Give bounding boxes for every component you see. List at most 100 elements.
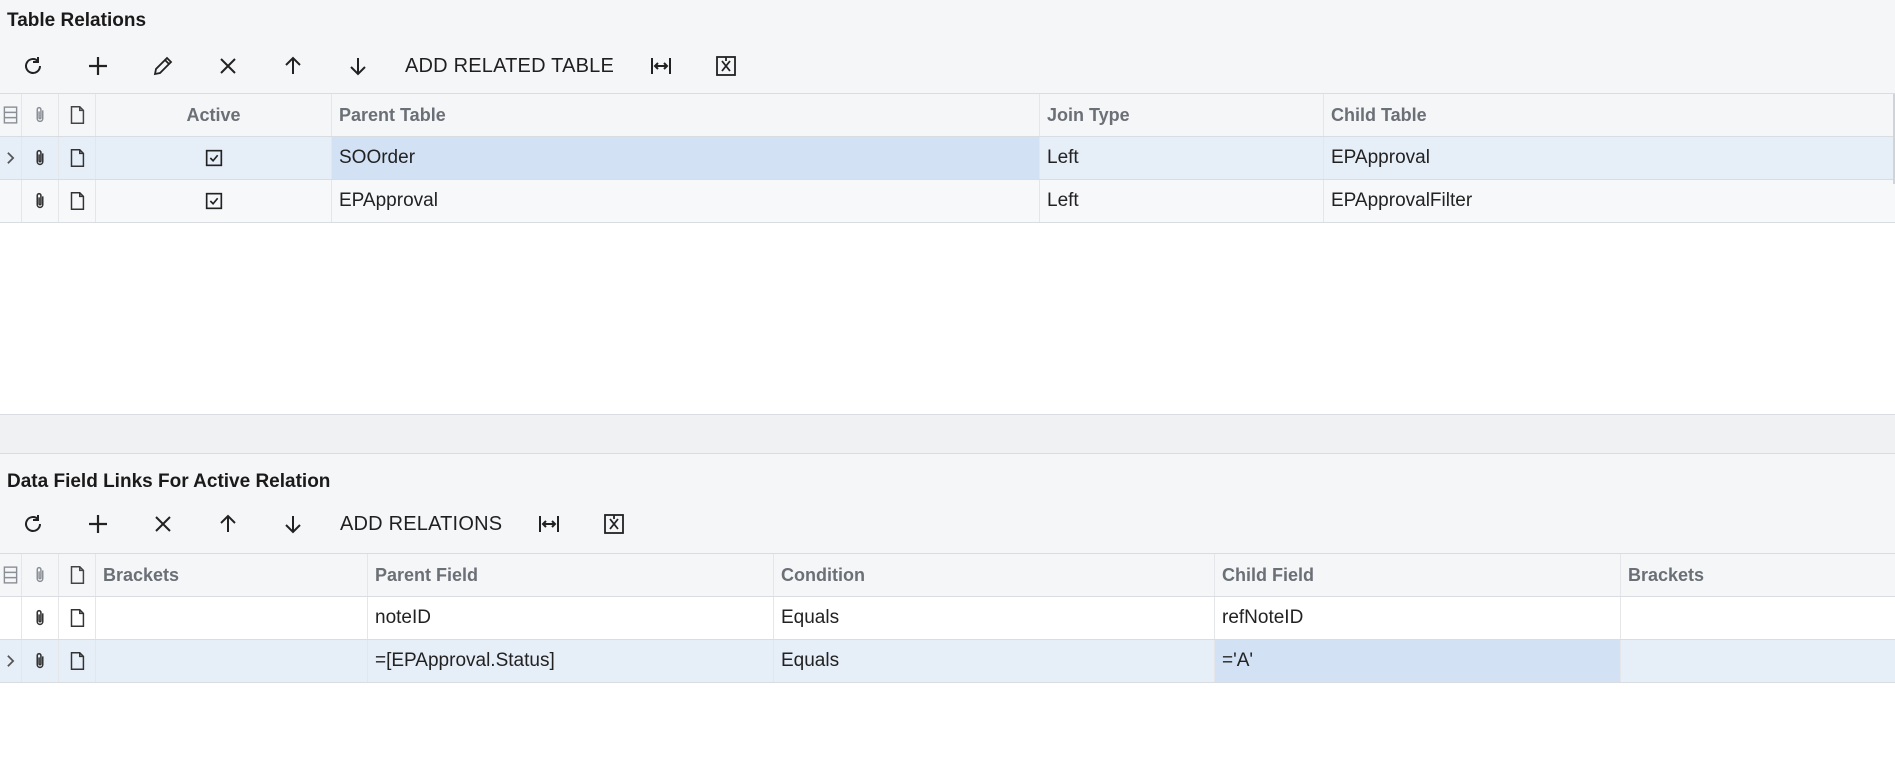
- column-header-parent-field[interactable]: Parent Field: [368, 554, 774, 596]
- excel-export-icon: [604, 514, 625, 534]
- table-row[interactable]: noteID Equals refNoteID: [0, 597, 1895, 640]
- column-header-brackets-open[interactable]: Brackets: [96, 554, 368, 596]
- add-button[interactable]: [76, 504, 120, 544]
- attachment-cell[interactable]: [22, 640, 59, 682]
- add-related-table-button[interactable]: ADD RELATED TABLE: [401, 46, 618, 86]
- arrow-down-icon: [350, 58, 366, 76]
- paperclip-icon: [36, 192, 44, 209]
- child-field-cell[interactable]: refNoteID: [1215, 597, 1621, 639]
- grid-header-row: Brackets Parent Field Condition Child Fi…: [0, 554, 1895, 597]
- column-header-condition[interactable]: Condition: [774, 554, 1215, 596]
- parent-field-cell[interactable]: =[EPApproval.Status]: [368, 640, 774, 682]
- rows-icon: [3, 566, 18, 584]
- data-field-links-toolbar: ADD RELATIONS: [0, 502, 1895, 546]
- chevron-right-icon: [7, 655, 15, 667]
- note-icon: [70, 609, 85, 627]
- child-table-cell[interactable]: EPApprovalFilter: [1324, 180, 1895, 222]
- column-header-brackets-close[interactable]: Brackets: [1621, 554, 1895, 596]
- fit-columns-button[interactable]: [639, 46, 683, 86]
- move-up-button[interactable]: [206, 504, 250, 544]
- row-selector[interactable]: [0, 180, 22, 222]
- condition-cell[interactable]: Equals: [774, 597, 1215, 639]
- notes-column-header: [59, 554, 96, 596]
- section-splitter[interactable]: [0, 414, 1895, 454]
- arrow-down-icon: [285, 516, 301, 534]
- paperclip-icon: [36, 652, 44, 669]
- attachment-cell[interactable]: [22, 180, 59, 222]
- brackets-close-cell[interactable]: [1621, 597, 1895, 639]
- note-cell[interactable]: [59, 640, 96, 682]
- data-field-links-grid: Brackets Parent Field Condition Child Fi…: [0, 553, 1895, 683]
- note-cell[interactable]: [59, 180, 96, 222]
- x-icon: [155, 516, 171, 532]
- join-type-cell[interactable]: Left: [1040, 180, 1324, 222]
- column-header-join-type[interactable]: Join Type: [1040, 94, 1324, 136]
- add-button[interactable]: [76, 46, 120, 86]
- refresh-icon: [25, 515, 41, 532]
- child-field-cell[interactable]: ='A': [1215, 640, 1621, 682]
- fit-columns-icon: [651, 58, 672, 74]
- brackets-open-cell[interactable]: [96, 597, 368, 639]
- move-down-button[interactable]: [271, 504, 315, 544]
- plus-icon: [89, 515, 107, 533]
- brackets-close-cell[interactable]: [1621, 640, 1895, 682]
- column-header-child-table[interactable]: Child Table: [1324, 94, 1895, 136]
- checkbox-checked-icon: [205, 149, 222, 167]
- arrow-up-icon: [220, 514, 236, 532]
- edit-button[interactable]: [141, 46, 185, 86]
- attachment-cell[interactable]: [22, 137, 59, 179]
- move-up-button[interactable]: [271, 46, 315, 86]
- table-row[interactable]: =[EPApproval.Status] Equals ='A': [0, 640, 1895, 683]
- delete-button[interactable]: [141, 504, 185, 544]
- table-relations-toolbar: ADD RELATED TABLE: [0, 44, 1895, 88]
- note-icon: [70, 652, 85, 670]
- parent-table-cell[interactable]: EPApproval: [332, 180, 1040, 222]
- join-type-cell[interactable]: Left: [1040, 137, 1324, 179]
- table-relations-section: Table Relations ADD RELATED TABLE Active…: [0, 0, 1895, 414]
- row-expander[interactable]: [0, 640, 22, 682]
- paperclip-icon: [36, 149, 44, 166]
- row-selector-header[interactable]: [0, 94, 22, 136]
- attachment-column-header: [22, 94, 59, 136]
- notes-column-header: [59, 94, 96, 136]
- parent-field-cell[interactable]: noteID: [368, 597, 774, 639]
- condition-cell[interactable]: Equals: [774, 640, 1215, 682]
- attachment-cell[interactable]: [22, 597, 59, 639]
- grid-header-row: Active Parent Table Join Type Child Tabl…: [0, 94, 1895, 137]
- row-expander[interactable]: [0, 137, 22, 179]
- active-checkbox[interactable]: [96, 137, 332, 179]
- column-header-active[interactable]: Active: [96, 94, 332, 136]
- paperclip-icon: [36, 106, 44, 123]
- brackets-open-cell[interactable]: [96, 640, 368, 682]
- note-cell[interactable]: [59, 137, 96, 179]
- move-down-button[interactable]: [336, 46, 380, 86]
- rows-icon: [3, 106, 18, 124]
- table-relations-grid: Active Parent Table Join Type Child Tabl…: [0, 93, 1895, 223]
- checkbox-checked-icon: [205, 192, 222, 210]
- add-relations-button[interactable]: ADD RELATIONS: [336, 504, 506, 544]
- active-checkbox[interactable]: [96, 180, 332, 222]
- arrow-up-icon: [285, 56, 301, 74]
- section-title: Table Relations: [7, 10, 147, 31]
- plus-icon: [89, 57, 107, 75]
- table-row[interactable]: EPApproval Left EPApprovalFilter: [0, 180, 1895, 223]
- row-selector[interactable]: [0, 597, 22, 639]
- chevron-right-icon: [7, 152, 15, 164]
- column-header-parent-table[interactable]: Parent Table: [332, 94, 1040, 136]
- fit-columns-button[interactable]: [527, 504, 571, 544]
- note-cell[interactable]: [59, 597, 96, 639]
- fit-columns-icon: [539, 516, 560, 532]
- table-row[interactable]: SOOrder Left EPApproval: [0, 137, 1895, 180]
- parent-table-cell[interactable]: SOOrder: [332, 137, 1040, 179]
- column-header-child-field[interactable]: Child Field: [1215, 554, 1621, 596]
- export-excel-button[interactable]: [704, 46, 748, 86]
- row-selector-header[interactable]: [0, 554, 22, 596]
- note-icon: [70, 192, 85, 210]
- child-table-cell[interactable]: EPApproval: [1324, 137, 1895, 179]
- refresh-button[interactable]: [11, 504, 55, 544]
- delete-button[interactable]: [206, 46, 250, 86]
- data-field-links-section: Data Field Links For Active Relation ADD…: [0, 454, 1895, 764]
- x-icon: [220, 58, 236, 74]
- refresh-button[interactable]: [11, 46, 55, 86]
- export-excel-button[interactable]: [592, 504, 636, 544]
